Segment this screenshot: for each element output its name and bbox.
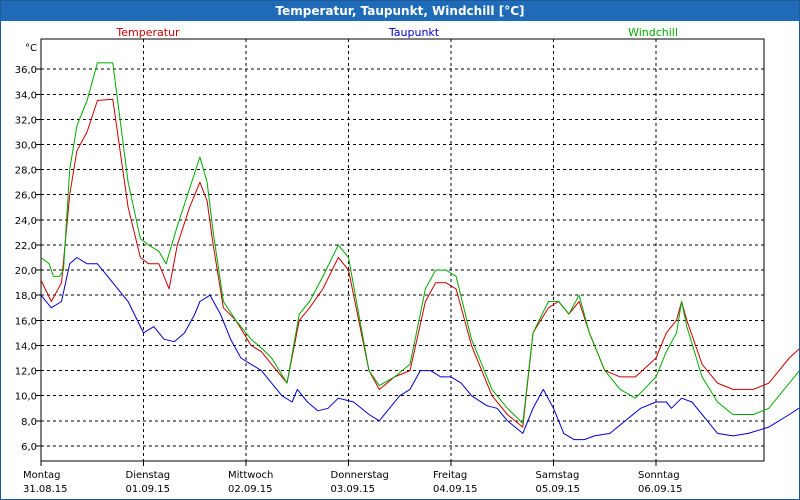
x-tick-day: Samstag (536, 470, 580, 481)
legend-temperatur: Temperatur (115, 26, 180, 39)
x-tick-day: Donnerstag (331, 470, 389, 481)
y-tick-label: 26,0 (15, 191, 37, 202)
x-axis-labels: Montag 31.08.15 Dienstag 01.09.15 Mittwoch 02… (23, 461, 683, 495)
x-tick-day: Mittwoch (228, 470, 273, 481)
x-tick-day: Montag (23, 470, 60, 481)
x-tick-date: 03.09.15 (331, 484, 376, 495)
series-line-taupunkt (40, 257, 799, 441)
window-title: Temperatur, Taupunkt, Windchill [°C] (1, 1, 799, 21)
series-line-temperatur (40, 98, 799, 428)
series-line-windchill (40, 62, 799, 424)
grid-lines (41, 39, 764, 461)
y-tick-label: 14,0 (15, 341, 37, 352)
legend: Temperatur Taupunkt Windchill (115, 26, 678, 39)
x-tick-day: Freitag (433, 470, 467, 481)
legend-windchill: Windchill (628, 26, 678, 39)
y-tick-label: 8,0 (21, 417, 37, 428)
y-unit-label: °C (25, 43, 37, 54)
y-tick-label: 10,0 (15, 392, 37, 403)
x-tick-day: Dienstag (126, 470, 171, 481)
y-tick-label: 34,0 (15, 90, 37, 101)
x-tick-day: Sonntag (638, 470, 680, 481)
y-tick-label: 30,0 (15, 141, 37, 152)
x-tick-date: 01.09.15 (126, 484, 171, 495)
x-tick-date: 31.08.15 (23, 484, 68, 495)
y-tick-label: 18,0 (15, 291, 37, 302)
y-tick-label: 36,0 (15, 65, 37, 76)
x-tick-date: 06.09.15 (638, 484, 683, 495)
y-tick-label: 16,0 (15, 316, 37, 327)
line-chart: °C 6,0 8,0 10,0 12,0 14,0 16,0 18,0 20,0 22,0 24,0… (15, 26, 799, 495)
chart-window: Temperatur, Taupunkt, Windchill [°C] °C 6… (0, 0, 800, 500)
x-tick-date: 04.09.15 (433, 484, 478, 495)
y-tick-label: 12,0 (15, 367, 37, 378)
y-tick-label: 22,0 (15, 241, 37, 252)
y-tick-label: 28,0 (15, 166, 37, 177)
x-tick-date: 02.09.15 (228, 484, 273, 495)
legend-taupunkt: Taupunkt (388, 26, 440, 39)
y-tick-label: 20,0 (15, 266, 37, 277)
y-axis-labels: °C 6,0 8,0 10,0 12,0 14,0 16,0 18,0 20,0 22,0 24,0… (15, 43, 41, 453)
y-tick-label: 6,0 (21, 442, 37, 453)
y-tick-label: 24,0 (15, 216, 37, 227)
y-tick-label: 32,0 (15, 115, 37, 126)
x-tick-date: 05.09.15 (536, 484, 581, 495)
